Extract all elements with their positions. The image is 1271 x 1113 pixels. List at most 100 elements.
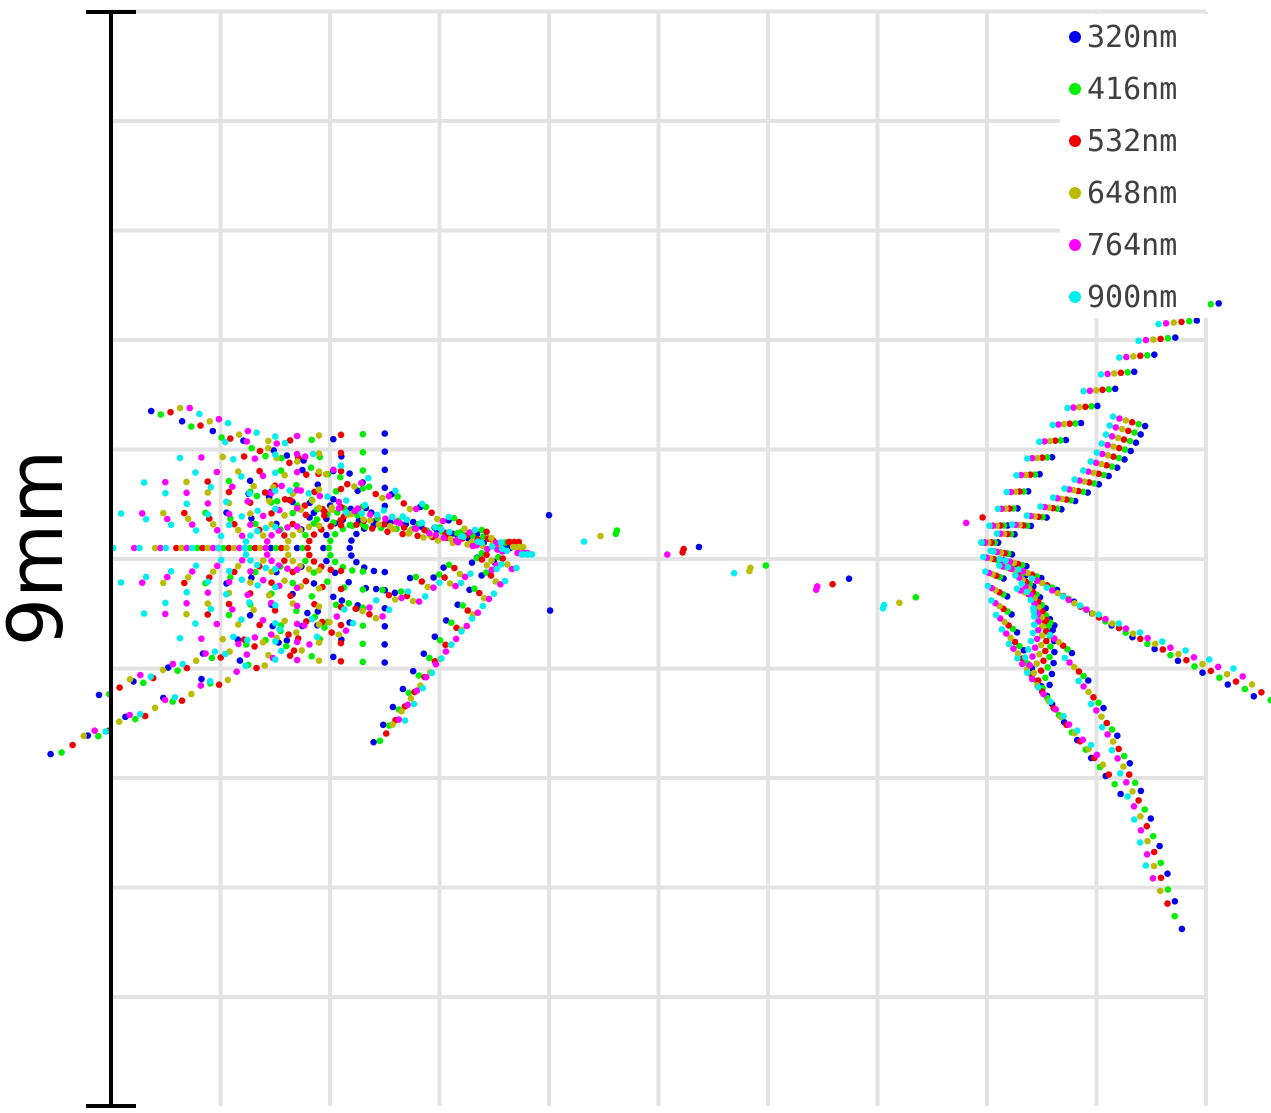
data-point bbox=[695, 543, 703, 551]
data-point bbox=[438, 655, 445, 662]
data-point bbox=[1004, 563, 1012, 571]
data-point bbox=[308, 615, 316, 623]
data-point bbox=[1110, 370, 1118, 377]
data-point bbox=[452, 582, 459, 590]
data-point bbox=[215, 681, 223, 688]
data-point bbox=[1055, 421, 1062, 428]
data-point bbox=[1142, 862, 1150, 869]
data-point bbox=[316, 492, 324, 500]
data-point bbox=[117, 579, 125, 586]
data-point bbox=[247, 521, 254, 528]
data-point bbox=[209, 568, 217, 575]
data-point bbox=[136, 544, 143, 552]
data-point bbox=[1100, 704, 1107, 712]
data-point bbox=[272, 583, 279, 591]
data-point bbox=[289, 531, 297, 539]
data-point bbox=[138, 579, 146, 586]
data-point bbox=[247, 510, 254, 517]
data-point bbox=[440, 534, 448, 542]
data-point bbox=[370, 567, 378, 575]
data-point bbox=[302, 531, 309, 539]
data-point bbox=[359, 640, 367, 648]
data-point bbox=[487, 572, 495, 579]
data-point bbox=[436, 637, 444, 644]
data-point bbox=[1093, 707, 1100, 714]
data-point bbox=[1044, 664, 1051, 671]
data-point bbox=[293, 656, 301, 664]
data-point bbox=[476, 589, 483, 597]
data-point bbox=[265, 444, 272, 452]
data-point bbox=[281, 557, 288, 564]
data-point bbox=[1046, 681, 1053, 689]
data-point bbox=[259, 576, 267, 584]
data-point bbox=[183, 489, 190, 497]
data-point bbox=[305, 490, 313, 497]
data-point bbox=[259, 532, 267, 539]
data-point bbox=[385, 591, 393, 599]
data-point bbox=[192, 469, 199, 476]
data-point bbox=[277, 647, 285, 655]
data-point bbox=[80, 732, 87, 740]
data-point bbox=[178, 418, 186, 425]
data-point bbox=[337, 485, 345, 493]
data-point bbox=[1164, 886, 1172, 893]
data-point bbox=[247, 579, 254, 586]
data-point bbox=[294, 458, 301, 465]
data-point bbox=[348, 537, 355, 544]
data-point bbox=[273, 440, 281, 447]
data-point bbox=[417, 519, 425, 527]
data-point bbox=[1149, 875, 1157, 882]
data-point bbox=[293, 566, 301, 573]
data-point bbox=[293, 505, 301, 512]
data-point bbox=[157, 411, 165, 418]
data-point bbox=[262, 564, 270, 572]
data-point bbox=[315, 603, 323, 610]
data-point bbox=[1042, 647, 1049, 655]
data-point bbox=[1050, 659, 1057, 667]
data-point bbox=[327, 566, 335, 574]
data-point bbox=[229, 483, 236, 491]
data-point bbox=[351, 507, 359, 515]
data-point bbox=[196, 410, 203, 418]
data-point bbox=[1136, 629, 1144, 636]
data-point bbox=[1102, 431, 1110, 438]
legend-marker bbox=[1069, 239, 1081, 251]
data-point bbox=[1157, 874, 1165, 882]
data-point bbox=[167, 408, 174, 416]
data-point bbox=[326, 618, 333, 626]
data-point bbox=[242, 662, 249, 669]
data-point bbox=[242, 538, 250, 545]
data-point bbox=[281, 577, 288, 584]
data-point bbox=[352, 605, 359, 612]
data-point bbox=[283, 637, 291, 644]
spot-diagram-chart: 9mm 320nm 416nm 532nm 648nm 764nm 900nm bbox=[0, 9, 1271, 1108]
data-point bbox=[304, 544, 312, 552]
data-point bbox=[382, 515, 389, 522]
data-point bbox=[335, 498, 343, 506]
data-point bbox=[207, 483, 215, 491]
data-point bbox=[503, 547, 511, 554]
data-point bbox=[238, 557, 246, 564]
data-point bbox=[1144, 640, 1151, 648]
data-point bbox=[289, 557, 297, 565]
data-point bbox=[1024, 455, 1031, 462]
data-point bbox=[337, 449, 345, 457]
data-point bbox=[448, 619, 455, 626]
data-point bbox=[151, 704, 159, 712]
data-point bbox=[1109, 413, 1117, 420]
data-point bbox=[337, 567, 345, 575]
data-point bbox=[1070, 404, 1077, 411]
data-point bbox=[324, 493, 331, 500]
data-point bbox=[415, 598, 423, 605]
data-point bbox=[358, 510, 366, 517]
data-point bbox=[293, 584, 301, 592]
data-point bbox=[1104, 370, 1111, 378]
data-point bbox=[188, 690, 195, 698]
data-point bbox=[501, 577, 509, 585]
data-point bbox=[328, 506, 335, 514]
data-point bbox=[1157, 859, 1165, 867]
data-point bbox=[410, 700, 418, 708]
data-point bbox=[399, 685, 407, 693]
data-point bbox=[1013, 472, 1020, 479]
data-point bbox=[375, 521, 383, 528]
